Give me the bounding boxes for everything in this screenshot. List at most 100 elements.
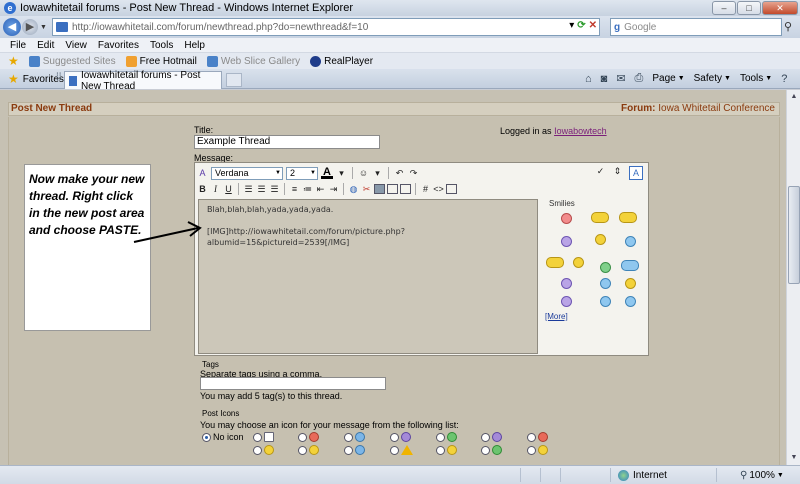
safety-menu[interactable]: Safety ▼ xyxy=(694,73,731,84)
message-textarea[interactable]: Blah,blah,blah,yada,yada,yada. [IMG]http… xyxy=(198,199,538,354)
post-icon-radio[interactable] xyxy=(253,433,262,442)
post-icon-radio[interactable] xyxy=(390,446,399,455)
smilie-embarrassed-icon[interactable] xyxy=(595,234,606,245)
maximize-button[interactable]: □ xyxy=(737,1,761,15)
insert-quote-icon[interactable] xyxy=(400,184,411,194)
insert-video-icon[interactable] xyxy=(387,184,398,194)
post-icon-radio[interactable] xyxy=(481,446,490,455)
undo-icon[interactable]: ↶ xyxy=(394,168,405,179)
color-dropdown-icon[interactable]: ▾ xyxy=(336,168,347,179)
post-icon-radio[interactable] xyxy=(436,446,445,455)
print-icon[interactable]: ⎙ xyxy=(635,72,644,85)
post-icon-radio[interactable] xyxy=(298,446,307,455)
feeds-icon[interactable]: ◙ xyxy=(601,73,608,85)
tools-menu[interactable]: Tools ▼ xyxy=(740,73,772,84)
smilie-tongue-icon[interactable] xyxy=(573,257,584,268)
smilie-insert-icon[interactable]: ☺ xyxy=(358,168,369,179)
smilie-eek-icon[interactable] xyxy=(621,260,639,271)
add-favorite-icon[interactable]: ★ xyxy=(8,54,19,68)
post-icon-radio[interactable] xyxy=(253,446,262,455)
smilie-smile-icon[interactable] xyxy=(625,236,636,247)
post-icon-radio[interactable] xyxy=(298,433,307,442)
address-bar[interactable]: http://iowawhitetail.com/forum/newthread… xyxy=(52,18,600,36)
ordered-list-icon[interactable]: ≡ xyxy=(289,184,300,195)
smilie-biggrin-icon[interactable] xyxy=(600,296,611,307)
forward-button[interactable]: ▶ xyxy=(22,19,38,35)
fav-web-slice-gallery[interactable]: Web Slice Gallery xyxy=(206,55,300,67)
post-icon-radio[interactable] xyxy=(527,433,536,442)
menu-tools[interactable]: Tools xyxy=(150,40,173,51)
stop-icon[interactable]: ✕ xyxy=(589,20,597,31)
smilie-rolleyes-icon[interactable] xyxy=(600,278,611,289)
more-smilies-link[interactable]: [More] xyxy=(545,312,568,321)
logged-in-user-link[interactable]: Iowabowtech xyxy=(554,126,607,136)
close-button[interactable]: ✕ xyxy=(762,1,798,15)
fav-suggested-sites[interactable]: Suggested Sites xyxy=(28,55,116,67)
help-icon[interactable]: ? xyxy=(781,73,787,85)
indent-icon[interactable]: ⇥ xyxy=(328,184,339,195)
post-icon-radio[interactable] xyxy=(436,433,445,442)
scroll-down-icon[interactable]: ▼ xyxy=(788,452,800,464)
security-zone[interactable]: Internet xyxy=(618,470,667,481)
bold-button[interactable]: B xyxy=(197,184,208,195)
text-color-button[interactable]: A xyxy=(321,167,333,179)
smilie-dropdown-icon[interactable]: ▾ xyxy=(372,168,383,179)
smilie-talk-icon[interactable] xyxy=(546,257,564,268)
size-select[interactable]: 2 ▼ xyxy=(286,166,318,180)
page-menu[interactable]: Page ▼ xyxy=(652,73,684,84)
wrap-html-button[interactable]: <> xyxy=(433,184,444,195)
fav-free-hotmail[interactable]: Free Hotmail xyxy=(125,55,197,67)
quick-tabs-icon[interactable]: ⁞⁞ xyxy=(56,72,62,83)
italic-button[interactable]: I xyxy=(210,184,221,195)
mail-icon[interactable]: ✉ xyxy=(616,72,625,85)
post-icon-radio[interactable] xyxy=(344,433,353,442)
fav-realplayer[interactable]: RealPlayer xyxy=(310,55,373,67)
unordered-list-icon[interactable]: ≔ xyxy=(302,184,313,195)
font-select[interactable]: Verdana ▼ xyxy=(211,166,283,180)
scroll-up-icon[interactable]: ▲ xyxy=(788,91,800,103)
align-center-icon[interactable]: ☰ xyxy=(256,184,267,195)
wrap-code-button[interactable]: # xyxy=(420,184,431,195)
smilie-cool-icon[interactable] xyxy=(619,212,637,223)
smilie-glasses-icon[interactable] xyxy=(591,212,609,223)
switch-editor-mode-icon[interactable]: A xyxy=(629,166,643,180)
home-icon[interactable]: ⌂ xyxy=(585,73,592,85)
align-left-icon[interactable]: ☰ xyxy=(243,184,254,195)
insert-link-icon[interactable]: ◍ xyxy=(348,184,359,195)
menu-favorites[interactable]: Favorites xyxy=(98,40,139,51)
underline-button[interactable]: U xyxy=(223,184,234,195)
search-input[interactable]: g Google xyxy=(610,18,782,36)
title-input[interactable]: Example Thread xyxy=(194,135,380,149)
refresh-icon[interactable]: ⟳ xyxy=(577,20,585,31)
insert-image-icon[interactable] xyxy=(374,184,385,194)
post-icon-radio[interactable] xyxy=(481,433,490,442)
new-tab-button[interactable] xyxy=(226,73,242,87)
smilie-mad-icon[interactable] xyxy=(561,213,572,224)
smilie-wink-icon[interactable] xyxy=(625,278,636,289)
smilie-confused-icon[interactable] xyxy=(561,236,572,247)
remove-link-icon[interactable]: ✂ xyxy=(361,184,372,195)
page-scrollbar[interactable]: ▲ ▼ xyxy=(786,90,800,465)
menu-help[interactable]: Help xyxy=(184,40,205,51)
menu-edit[interactable]: Edit xyxy=(37,40,54,51)
smilie-frown-icon[interactable] xyxy=(561,278,572,289)
scroll-thumb[interactable] xyxy=(788,186,800,284)
align-right-icon[interactable]: ☰ xyxy=(269,184,280,195)
outdent-icon[interactable]: ⇤ xyxy=(315,184,326,195)
tab-post-new-thread[interactable]: Iowawhitetail forums - Post New Thread xyxy=(64,70,222,92)
history-dropdown-icon[interactable]: ▼ xyxy=(40,24,47,31)
post-icon-radio[interactable] xyxy=(390,433,399,442)
smilie-grin-icon[interactable] xyxy=(600,262,611,273)
smilie-sad-icon[interactable] xyxy=(561,296,572,307)
post-icon-radio[interactable] xyxy=(527,446,536,455)
menu-file[interactable]: File xyxy=(10,40,26,51)
resize-editor-icon[interactable]: ⇕ xyxy=(612,166,623,177)
remove-format-icon[interactable]: A xyxy=(197,168,208,179)
redo-icon[interactable]: ↷ xyxy=(408,168,419,179)
menu-view[interactable]: View xyxy=(65,40,87,51)
forum-name-link[interactable]: Iowa Whitetail Conference xyxy=(658,103,775,114)
spellcheck-icon[interactable]: ✓ xyxy=(595,166,606,177)
minimize-button[interactable]: – xyxy=(712,1,736,15)
wrap-php-icon[interactable] xyxy=(446,184,457,194)
smilie-laugh-icon[interactable] xyxy=(625,296,636,307)
